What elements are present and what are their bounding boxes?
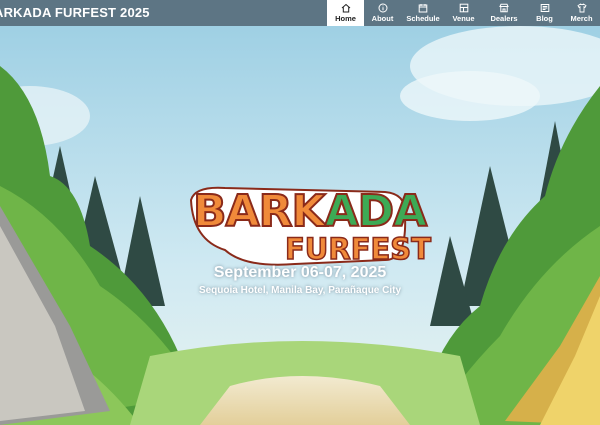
logo-title: BARKADA [192,185,429,238]
nav-home[interactable]: Home [327,0,364,26]
map-icon [459,3,468,13]
top-navbar: ARKADA FURFEST 2025 Home About Schedule … [0,0,600,26]
logo-word-bark: BARK [192,185,327,238]
news-icon [540,4,549,12]
nav-schedule[interactable]: Schedule [401,0,445,26]
nav-dealers-label: Dealers [490,14,518,23]
event-date: September 06-07, 2025 [213,264,387,281]
store-icon [499,3,509,13]
main-nav: Home About Schedule Venue Dealers Blog M… [327,0,600,26]
nav-blog-label: Blog [536,14,553,23]
nav-dealers[interactable]: Dealers [482,0,526,26]
calendar-icon [418,4,428,13]
nav-about-label: About [371,14,394,23]
nav-venue[interactable]: Venue [445,0,482,26]
logo-word-ada: ADA [324,185,429,238]
nav-merch[interactable]: Merch [563,0,600,26]
nav-venue-label: Venue [452,14,475,23]
home-icon [341,3,350,13]
event-logo: BARKADA FURFEST [185,176,432,276]
shirt-icon [576,3,587,13]
nav-merch-label: Merch [570,14,593,23]
hero-banner: BARKADA FURFEST September 06-07, 2025 Se… [0,26,600,425]
nav-about[interactable]: About [364,0,401,26]
info-icon [378,3,387,13]
event-venue: Sequoia Hotel, Manila Bay, Parañaque Cit… [198,285,402,296]
site-title[interactable]: ARKADA FURFEST 2025 [0,0,150,26]
nav-schedule-label: Schedule [406,14,440,23]
nav-home-label: Home [335,14,356,23]
nav-blog[interactable]: Blog [526,0,563,26]
logo-subtitle: FURFEST [284,231,431,267]
